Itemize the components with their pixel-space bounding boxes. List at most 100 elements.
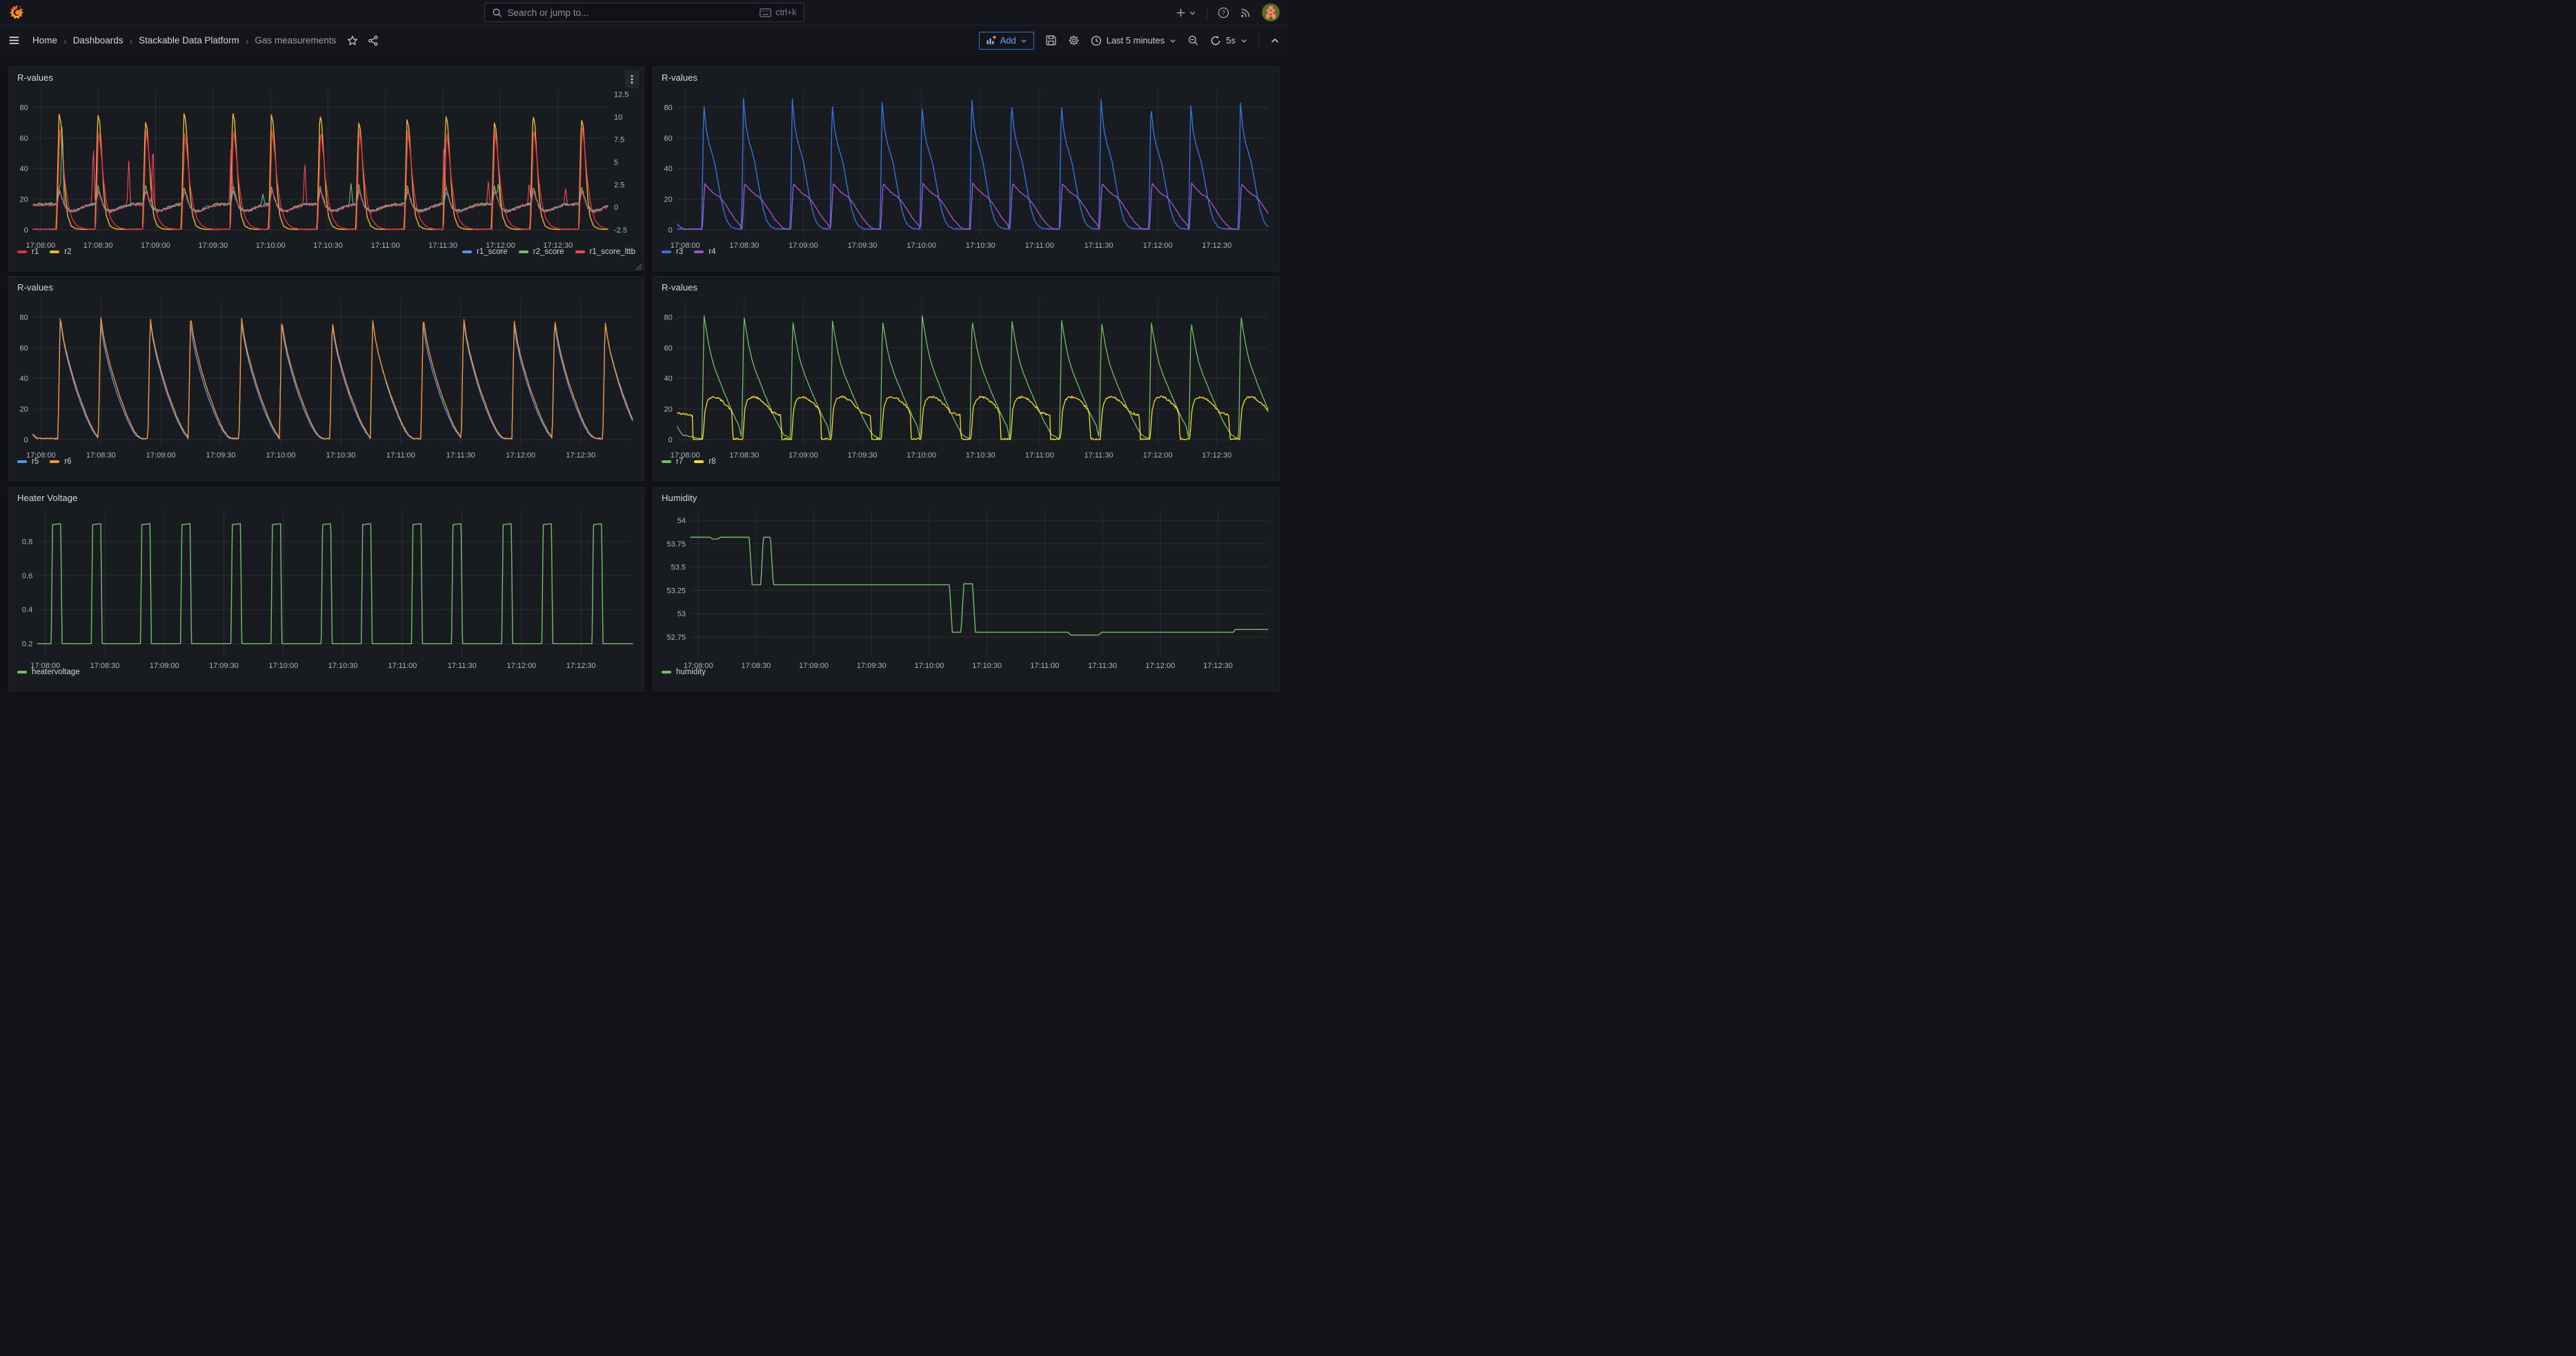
legend-label: r1_score bbox=[477, 248, 508, 256]
svg-text:17:12:00: 17:12:00 bbox=[1145, 662, 1175, 668]
panel-title[interactable]: R-values bbox=[17, 282, 53, 293]
legend-group: r3 r4 bbox=[662, 248, 715, 256]
legend-item-r4[interactable]: r4 bbox=[694, 248, 715, 256]
panel-legend: r7 r8 bbox=[662, 458, 1271, 466]
legend-group: humidity bbox=[662, 668, 706, 676]
r-values-1-chart[interactable]: 17:08:0017:08:3017:09:0017:09:3017:10:00… bbox=[14, 86, 640, 248]
svg-text:0.2: 0.2 bbox=[22, 640, 32, 649]
svg-text:17:12:30: 17:12:30 bbox=[1203, 662, 1233, 668]
breadcrumb-folder[interactable]: Stackable Data Platform bbox=[139, 35, 239, 46]
share-button[interactable] bbox=[368, 35, 379, 46]
svg-text:53: 53 bbox=[677, 610, 686, 618]
svg-text:17:11:00: 17:11:00 bbox=[1025, 451, 1054, 458]
svg-text:40: 40 bbox=[664, 165, 673, 173]
svg-text:17:09:00: 17:09:00 bbox=[789, 451, 818, 458]
legend-item-r3[interactable]: r3 bbox=[662, 248, 683, 256]
svg-text:20: 20 bbox=[20, 406, 28, 414]
panel-title[interactable]: R-values bbox=[662, 72, 697, 83]
dashboard-settings-button[interactable] bbox=[1068, 35, 1080, 46]
legend-item-r1_score[interactable]: r1_score bbox=[462, 248, 508, 256]
legend-item-r5[interactable]: r5 bbox=[17, 458, 39, 466]
add-button[interactable]: Add bbox=[979, 32, 1034, 50]
legend-item-humidity[interactable]: humidity bbox=[662, 668, 706, 676]
refresh-picker[interactable]: 5s bbox=[1210, 35, 1247, 46]
save-dashboard-button[interactable] bbox=[1045, 35, 1057, 46]
topbar-actions: ? bbox=[1176, 3, 1280, 21]
panel-title[interactable]: Humidity bbox=[662, 493, 697, 503]
legend-group: r1 r2 bbox=[17, 248, 71, 256]
help-button[interactable]: ? bbox=[1218, 7, 1229, 19]
svg-text:20: 20 bbox=[664, 196, 673, 204]
collapse-toolbar-button[interactable] bbox=[1270, 36, 1280, 46]
panel-resize-handle[interactable] bbox=[635, 262, 642, 269]
legend-item-r2_score[interactable]: r2_score bbox=[519, 248, 564, 256]
legend-label: r6 bbox=[64, 458, 71, 466]
panel-title[interactable]: R-values bbox=[17, 72, 53, 83]
avatar[interactable] bbox=[1262, 3, 1280, 21]
svg-text:17:12:00: 17:12:00 bbox=[506, 451, 535, 458]
legend-item-r8[interactable]: r8 bbox=[694, 458, 715, 466]
legend-item-r6[interactable]: r6 bbox=[50, 458, 71, 466]
help-circle-icon: ? bbox=[1218, 7, 1229, 19]
panel-legend: humidity bbox=[662, 668, 1271, 676]
svg-text:17:11:00: 17:11:00 bbox=[1025, 242, 1054, 248]
series-r3 bbox=[677, 99, 1268, 230]
search-icon bbox=[492, 8, 502, 18]
heater-voltage-chart[interactable]: 17:08:0017:08:3017:09:0017:09:3017:10:00… bbox=[14, 507, 640, 668]
svg-text:17:10:30: 17:10:30 bbox=[326, 451, 356, 458]
keyboard-icon bbox=[760, 8, 771, 17]
svg-text:17:10:30: 17:10:30 bbox=[966, 242, 995, 248]
legend-pill bbox=[694, 460, 704, 463]
svg-text:17:12:30: 17:12:30 bbox=[1202, 451, 1231, 458]
humidity-chart[interactable]: 17:08:0017:08:3017:09:0017:09:3017:10:00… bbox=[659, 507, 1275, 668]
legend-pill bbox=[462, 250, 472, 253]
search-placeholder: Search or jump to... bbox=[508, 8, 755, 18]
svg-text:60: 60 bbox=[664, 135, 673, 143]
search-input[interactable]: Search or jump to... ctrl+k bbox=[484, 3, 804, 22]
svg-text:17:09:30: 17:09:30 bbox=[198, 242, 228, 248]
legend-item-r1_score_lttb[interactable]: r1_score_lttb bbox=[575, 248, 635, 256]
svg-text:17:12:00: 17:12:00 bbox=[1143, 242, 1173, 248]
breadcrumb-dashboards[interactable]: Dashboards bbox=[73, 35, 123, 46]
svg-text:17:10:00: 17:10:00 bbox=[256, 242, 286, 248]
legend-group: r7 r8 bbox=[662, 458, 715, 466]
zoom-out-icon bbox=[1187, 35, 1199, 46]
avatar-image bbox=[1262, 3, 1280, 21]
panel-humidity: Humidity 17:08:0017:08:3017:09:0017:09:30… bbox=[653, 487, 1280, 691]
panel-title[interactable]: Heater Voltage bbox=[17, 493, 77, 503]
time-range-picker[interactable]: Last 5 minutes bbox=[1091, 35, 1177, 46]
r-values-3-chart[interactable]: 17:08:0017:08:3017:09:0017:09:3017:10:00… bbox=[14, 296, 640, 458]
svg-text:2.5: 2.5 bbox=[614, 181, 624, 190]
grafana-logo[interactable] bbox=[8, 4, 25, 21]
svg-text:40: 40 bbox=[664, 375, 673, 383]
breadcrumb-home[interactable]: Home bbox=[32, 35, 57, 46]
favorite-button[interactable] bbox=[347, 35, 358, 46]
svg-text:17:08:00: 17:08:00 bbox=[26, 451, 56, 458]
legend-pill bbox=[17, 250, 27, 253]
legend-item-heatervoltage[interactable]: heatervoltage bbox=[17, 668, 80, 676]
svg-text:17:10:00: 17:10:00 bbox=[906, 451, 936, 458]
mega-menu-button[interactable] bbox=[8, 35, 20, 46]
svg-text:17:09:30: 17:09:30 bbox=[848, 242, 878, 248]
zoom-out-button[interactable] bbox=[1187, 35, 1199, 46]
svg-text:17:09:00: 17:09:00 bbox=[141, 242, 170, 248]
legend-item-r2[interactable]: r2 bbox=[50, 248, 71, 256]
legend-item-r1[interactable]: r1 bbox=[17, 248, 39, 256]
svg-text:17:09:30: 17:09:30 bbox=[206, 451, 236, 458]
legend-label: r3 bbox=[676, 248, 683, 256]
svg-text:17:10:30: 17:10:30 bbox=[972, 662, 1002, 668]
panel-r-values-1: R-values17:08:0017:08:3017:09:0017:09:30… bbox=[8, 66, 644, 271]
new-menu-button[interactable] bbox=[1176, 8, 1196, 18]
r-values-4-chart[interactable]: 17:08:0017:08:3017:09:0017:09:3017:10:00… bbox=[659, 296, 1275, 458]
legend-label: r2 bbox=[64, 248, 71, 256]
news-button[interactable] bbox=[1240, 7, 1251, 19]
svg-text:80: 80 bbox=[20, 313, 28, 322]
svg-text:53.5: 53.5 bbox=[671, 564, 686, 572]
r-values-2-chart[interactable]: 17:08:0017:08:3017:09:0017:09:3017:10:00… bbox=[659, 86, 1275, 248]
panel-legend: r1 r2 r1_score r2_score r1_score_lttb bbox=[17, 248, 635, 256]
legend-pill bbox=[694, 250, 704, 253]
menu-icon bbox=[8, 35, 20, 46]
panel-title[interactable]: R-values bbox=[662, 282, 697, 293]
svg-text:52.75: 52.75 bbox=[666, 633, 686, 642]
legend-item-r7[interactable]: r7 bbox=[662, 458, 683, 466]
